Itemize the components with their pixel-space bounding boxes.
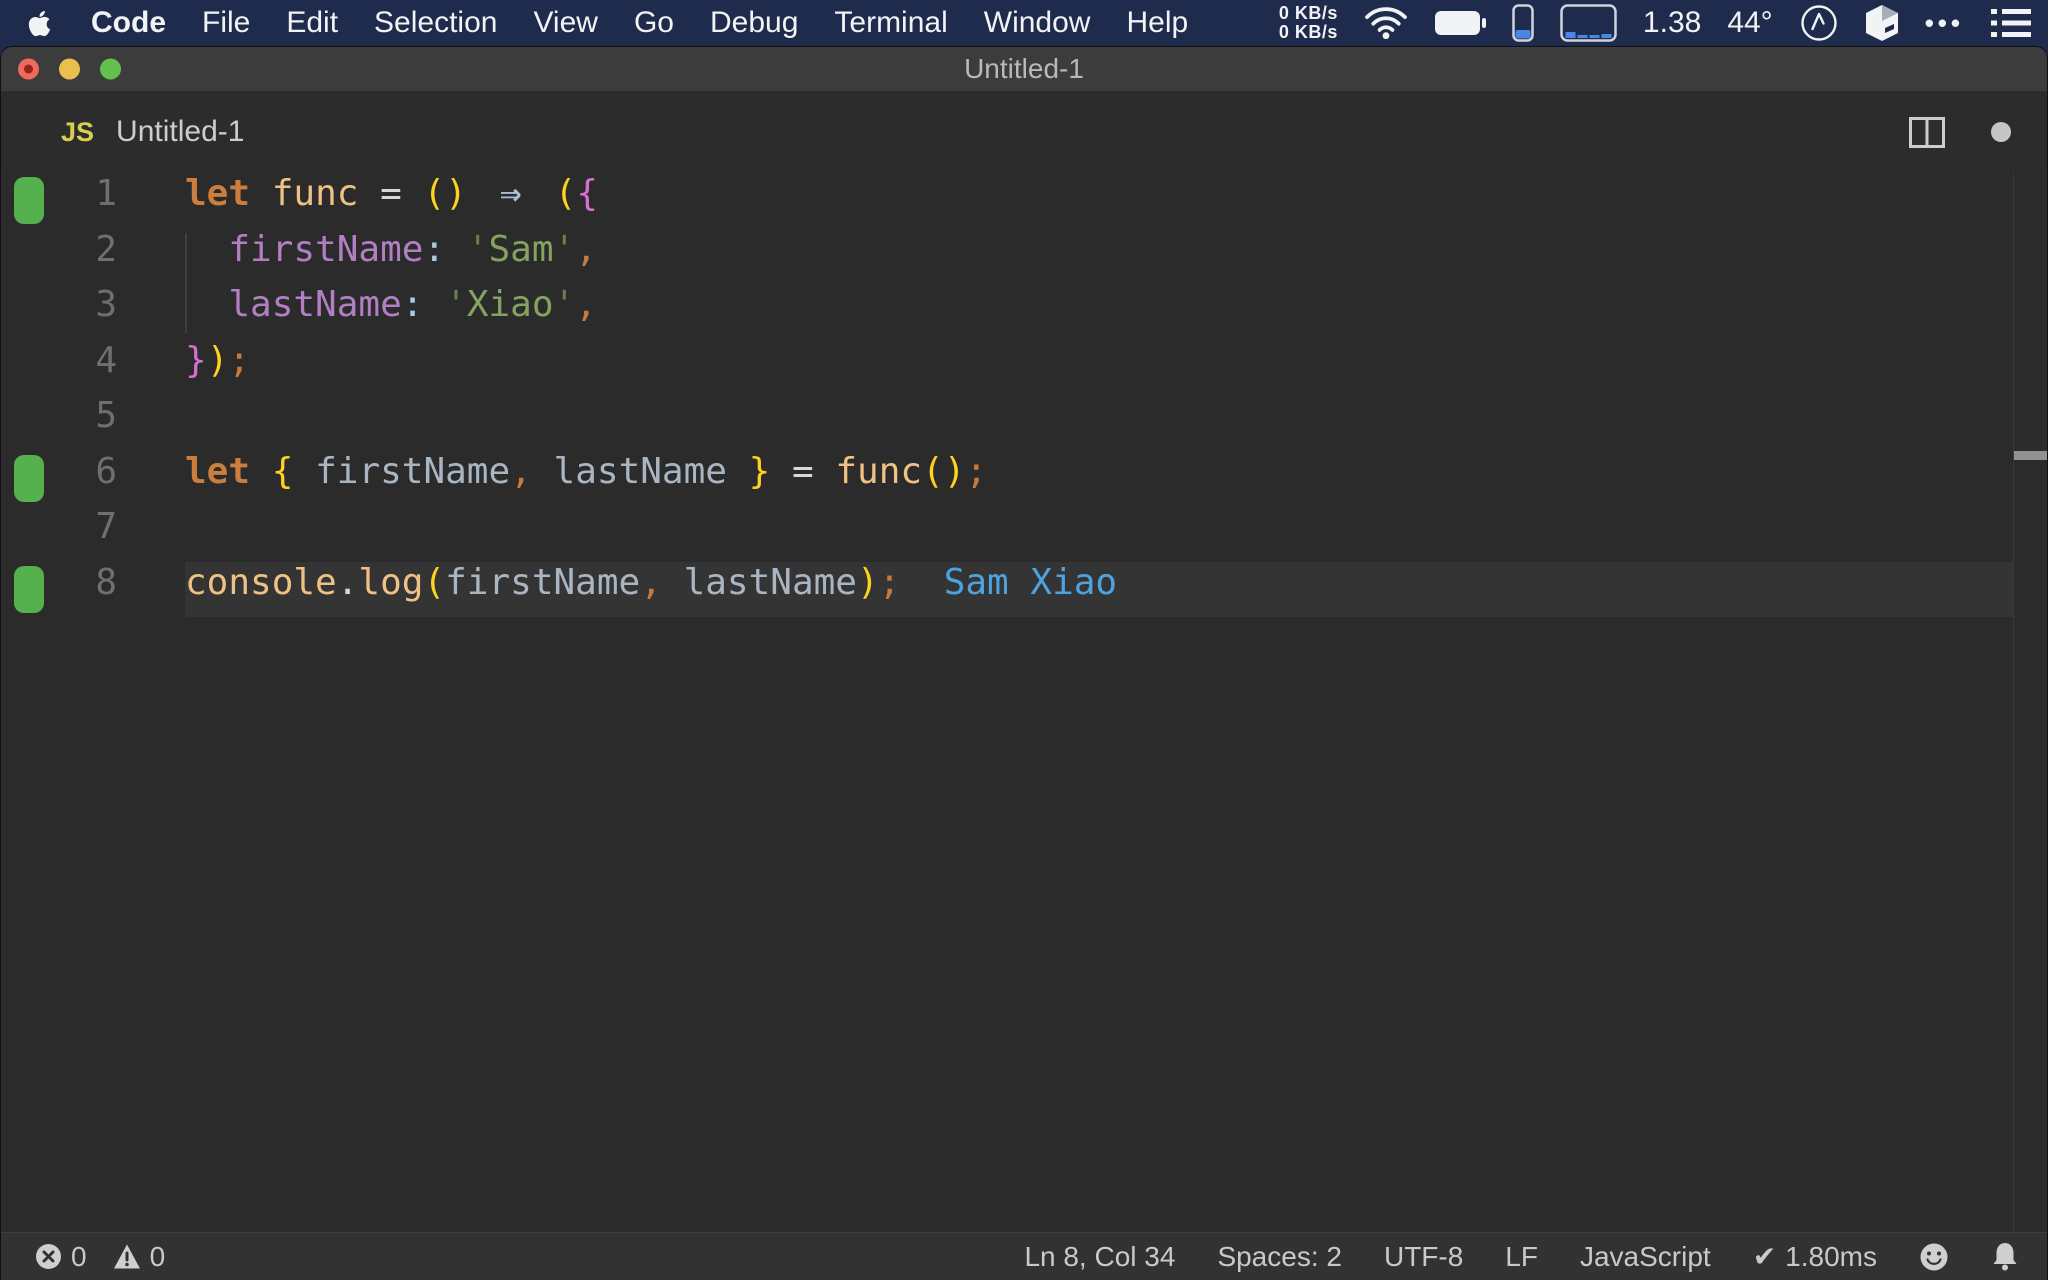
overview-ruler-cursor-mark <box>2014 451 2047 460</box>
desktop: { "menu_bar": { "items": ["Code", "File"… <box>0 0 2048 1280</box>
code-line-6[interactable]: 6 let { firstName, lastName } = func(); <box>1 451 2047 507</box>
line-number[interactable]: 5 <box>1 395 117 451</box>
title-bar[interactable]: Untitled-1 <box>1 47 2047 91</box>
memory-gauge-icon[interactable] <box>1512 4 1534 42</box>
error-count: 0 <box>71 1240 87 1272</box>
split-editor-icon[interactable] <box>1909 116 1945 148</box>
code-text: firstName: 'Sam', <box>228 228 597 270</box>
code-editor[interactable]: 1 let func = () ⇒ ({2 firstName: 'Sam', 3 … <box>1 173 2047 1232</box>
tab-bar: JS Untitled-1 <box>1 91 2047 173</box>
line-number[interactable]: 7 <box>1 506 117 562</box>
menu-item-go[interactable]: Go <box>616 0 692 46</box>
quokka-inline-output: Sam Xiao <box>943 561 1118 603</box>
code-text: }); <box>185 339 251 381</box>
line-number[interactable]: 1 <box>1 173 117 229</box>
feedback-smiley-icon[interactable] <box>1919 1242 1949 1272</box>
ellipsis-icon[interactable]: ••• <box>1925 8 1964 39</box>
menu-items: Code File Edit Selection View Go Debug Terminal… <box>73 0 1206 46</box>
quokka-exec-time[interactable]: ✔ 1.80ms <box>1753 1240 1877 1273</box>
battery-icon[interactable] <box>1434 10 1486 36</box>
network-speed-indicator[interactable]: 0 KB/s 0 KB/s <box>1279 4 1338 42</box>
code-text: let func = () ⇒ ({ <box>185 173 599 214</box>
menu-bar-left: Code File Edit Selection View Go Debug Terminal… <box>14 0 1206 46</box>
check-icon: ✔ <box>1752 1240 1777 1273</box>
code-line-5[interactable]: 5 <box>1 395 2047 451</box>
menu-item-help[interactable]: Help <box>1108 0 1206 46</box>
net-up: 0 KB/s <box>1278 3 1338 23</box>
code-line-7[interactable]: 7 <box>1 506 2047 562</box>
tab-untitled-1[interactable]: JS Untitled-1 <box>1 91 244 173</box>
javascript-file-icon: JS <box>61 116 95 147</box>
menu-item-terminal[interactable]: Terminal <box>816 0 965 46</box>
menu-item-debug[interactable]: Debug <box>692 0 816 46</box>
indentation-indicator[interactable]: Spaces: 2 <box>1217 1241 1342 1273</box>
menu-item-selection[interactable]: Selection <box>356 0 515 46</box>
code-text: lastName: 'Xiao', <box>228 284 597 325</box>
eol-indicator[interactable]: LF <box>1505 1241 1538 1273</box>
wifi-icon[interactable] <box>1364 6 1408 40</box>
tab-actions <box>1909 116 2011 148</box>
language-mode-indicator[interactable]: JavaScript <box>1580 1241 1711 1273</box>
cube-icon[interactable] <box>1865 4 1899 42</box>
compass-icon[interactable] <box>1799 3 1839 43</box>
menu-bar: Code File Edit Selection View Go Debug Terminal… <box>0 0 2048 46</box>
notifications-bell-icon[interactable] <box>1991 1241 2019 1272</box>
code-text: console.log(firstName, lastName); Sam Xi… <box>185 561 1118 603</box>
tab-label: Untitled-1 <box>116 115 245 148</box>
apple-menu[interactable] <box>14 9 73 38</box>
menu-item-edit[interactable]: Edit <box>268 0 356 46</box>
vscode-window: Untitled-1 JS Untitled-1 1 let func = () … <box>0 46 2048 1280</box>
cpu-history-icon[interactable] <box>1560 4 1617 42</box>
encoding-indicator[interactable]: UTF-8 <box>1384 1241 1463 1273</box>
code-line-8[interactable]: 8 console.log(firstName, lastName); Sam X… <box>1 561 2047 618</box>
warning-icon <box>113 1243 141 1270</box>
line-number[interactable]: 2 <box>1 229 117 285</box>
code-lines: 1 let func = () ⇒ ({2 firstName: 'Sam', 3 … <box>1 173 2047 617</box>
code-line-4[interactable]: 4}); <box>1 340 2047 396</box>
code-line-2[interactable]: 2 firstName: 'Sam', <box>1 229 2047 285</box>
code-text: let { firstName, lastName } = func(); <box>185 450 988 492</box>
menu-bar-status: 0 KB/s 0 KB/s 1.38 44° ••• <box>1279 0 2032 46</box>
close-button[interactable] <box>18 58 39 80</box>
line-number[interactable]: 4 <box>1 340 117 396</box>
menu-item-window[interactable]: Window <box>966 0 1109 46</box>
line-number[interactable]: 8 <box>1 562 117 618</box>
unsaved-changes-dot[interactable] <box>1991 122 2011 142</box>
apple-icon <box>28 9 51 38</box>
menu-item-file[interactable]: File <box>184 0 268 46</box>
code-line-1[interactable]: 1 let func = () ⇒ ({ <box>1 173 2047 229</box>
menu-item-code[interactable]: Code <box>73 0 184 46</box>
list-menu-icon[interactable] <box>1990 7 2032 39</box>
maximize-button[interactable] <box>100 58 121 80</box>
load-average-value[interactable]: 1.38 <box>1643 6 1701 40</box>
error-icon <box>35 1243 62 1270</box>
overview-ruler-separator <box>2013 173 2014 1232</box>
problems-indicator[interactable]: 0 0 <box>35 1241 165 1273</box>
status-bar: 0 0 Ln 8, Col 34 Spaces: 2 UTF-8 LF Java… <box>1 1232 2047 1280</box>
code-line-3[interactable]: 3 lastName: 'Xiao', <box>1 284 2047 340</box>
temperature-value[interactable]: 44° <box>1727 6 1772 40</box>
cursor-position-indicator[interactable]: Ln 8, Col 34 <box>1024 1241 1175 1273</box>
menu-item-view[interactable]: View <box>515 0 615 46</box>
traffic-lights <box>18 58 121 80</box>
window-title: Untitled-1 <box>964 53 1084 84</box>
warning-count: 0 <box>149 1240 166 1272</box>
net-down: 0 KB/s <box>1278 22 1338 42</box>
minimize-button[interactable] <box>59 58 80 80</box>
line-number[interactable]: 3 <box>1 284 117 340</box>
line-number[interactable]: 6 <box>1 451 117 507</box>
indent-guide <box>185 233 187 333</box>
